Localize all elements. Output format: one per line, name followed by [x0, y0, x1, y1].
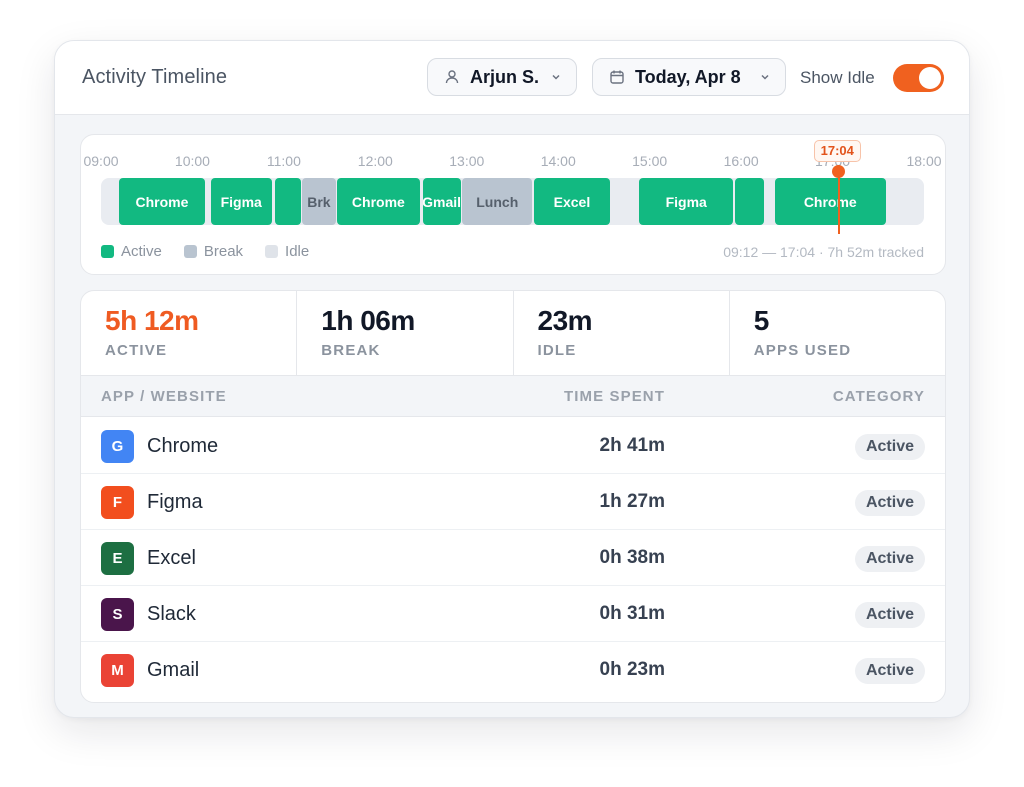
- app-icon: F: [101, 486, 134, 519]
- stat-value: 5: [753, 305, 770, 336]
- stat-value: 1h 06m: [321, 305, 415, 336]
- chevron-down-icon: [761, 74, 769, 80]
- timeline-segment-active[interactable]: Chrome: [774, 178, 886, 225]
- category-badge: Active: [854, 434, 925, 460]
- legend-label: Idle: [285, 243, 310, 260]
- table-row[interactable]: E Excel 0h 38m Active: [81, 530, 945, 586]
- app-icon: E: [101, 542, 134, 575]
- user-selector-label: Arjun S.: [470, 66, 540, 87]
- date-selector-label: Today, Apr 8: [635, 66, 741, 87]
- app-time-spent: 2h 41m: [599, 435, 665, 456]
- now-marker-label: 17:04: [813, 140, 861, 162]
- category-badge: Active: [854, 658, 925, 684]
- now-marker-line: [837, 173, 840, 234]
- table-row[interactable]: G Chrome 2h 41m Active: [81, 418, 945, 474]
- hour-label: 11:00: [266, 153, 301, 169]
- date-selector[interactable]: Today, Apr 8: [592, 58, 786, 96]
- stat-value: 23m: [537, 305, 593, 336]
- app-icon: G: [101, 430, 134, 463]
- chevron-down-icon: [552, 74, 560, 80]
- timeline-segment-active[interactable]: Figma: [638, 178, 734, 225]
- hour-label: 10:00: [174, 153, 210, 169]
- timeline-segment-active[interactable]: Chrome: [119, 178, 205, 225]
- app-name: Slack: [147, 603, 196, 625]
- table-row[interactable]: M Gmail 0h 23m Active: [81, 642, 945, 698]
- table-row[interactable]: F Figma 1h 27m Active: [81, 474, 945, 530]
- legend-item: Active: [101, 243, 162, 260]
- app-time-spent: 0h 38m: [599, 547, 665, 568]
- stat-label: IDLE: [537, 342, 577, 359]
- app-icon: S: [101, 598, 134, 631]
- stat-card: 1h 06m BREAK: [297, 291, 514, 375]
- activity-summary-panel: 5h 12m ACTIVE 1h 06m BREAK 23m IDLE 5 APPS USED…: [80, 290, 946, 703]
- hour-label: 14:00: [540, 153, 576, 169]
- timeline-segment-active[interactable]: Excel: [533, 178, 611, 225]
- timeline-segment-active[interactable]: [274, 178, 301, 225]
- page-title: Activity Timeline: [82, 66, 228, 88]
- legend-label: Active: [121, 243, 162, 260]
- legend-label: Break: [203, 243, 244, 260]
- timeline-segment-break[interactable]: Lunch: [462, 178, 533, 225]
- timeline-segment-active[interactable]: Figma: [210, 178, 272, 225]
- card-header: Activity Timeline Arjun S. Today, Apr 8 …: [55, 41, 969, 115]
- category-badge: Active: [854, 602, 925, 628]
- timeline-track[interactable]: Chrome Figma Brk Chrome Gmail Lunch Excel Figma…: [101, 178, 924, 225]
- legend-item: Idle: [265, 243, 309, 260]
- hour-label: 15:00: [632, 153, 668, 169]
- stat-label: BREAK: [321, 342, 381, 359]
- stat-label: ACTIVE: [105, 342, 168, 359]
- legend-swatch: [265, 245, 279, 258]
- column-header-time[interactable]: TIME SPENT: [564, 388, 665, 405]
- calendar-icon: [610, 70, 624, 84]
- app-name: Gmail: [147, 659, 200, 681]
- stats-row: 5h 12m ACTIVE 1h 06m BREAK 23m IDLE 5 APPS USED: [81, 291, 945, 376]
- hour-label: 18:00: [906, 153, 942, 169]
- column-header-category[interactable]: CATEGORY: [833, 388, 925, 405]
- hour-label: 16:00: [723, 153, 759, 169]
- stat-card: 5h 12m ACTIVE: [81, 291, 298, 375]
- timeline-segment-active[interactable]: [735, 178, 764, 225]
- stat-label: APPS USED: [753, 342, 852, 359]
- hour-label: 09:00: [83, 153, 119, 169]
- show-idle-label: Show Idle: [800, 68, 875, 87]
- app-time-spent: 1h 27m: [599, 491, 665, 512]
- app-name: Figma: [147, 491, 203, 513]
- user-icon: [445, 70, 459, 84]
- stat-value: 5h 12m: [105, 305, 199, 336]
- app-time-spent: 0h 23m: [599, 659, 665, 680]
- app-name: Excel: [147, 547, 196, 569]
- legend-item: Break: [183, 243, 244, 260]
- tracked-summary: 09:12 — 17:04 · 7h 52m tracked: [723, 244, 924, 260]
- hour-label: 12:00: [357, 153, 393, 169]
- show-idle-toggle[interactable]: [893, 64, 944, 92]
- timeline-legend: Active Break Idle: [101, 243, 309, 260]
- table-header: APP / WEBSITE TIME SPENT CATEGORY: [81, 376, 945, 417]
- stat-card: 5 APPS USED: [730, 291, 945, 375]
- activity-timeline-card: Activity Timeline Arjun S. Today, Apr 8 …: [54, 40, 970, 718]
- legend-swatch: [101, 245, 114, 258]
- category-badge: Active: [854, 546, 925, 572]
- toggle-knob: [919, 67, 941, 89]
- app-name: Chrome: [147, 435, 219, 457]
- legend-swatch: [183, 245, 197, 258]
- stat-card: 23m IDLE: [514, 291, 730, 375]
- user-selector[interactable]: Arjun S.: [427, 58, 577, 96]
- now-marker-dot: [832, 165, 846, 178]
- timeline-segment-break[interactable]: Brk: [302, 178, 336, 225]
- timeline-segment-active[interactable]: Gmail: [422, 178, 461, 225]
- column-header-app[interactable]: APP / WEBSITE: [101, 388, 227, 405]
- table-row[interactable]: S Slack 0h 31m Active: [81, 586, 945, 642]
- app-time-spent: 0h 31m: [599, 603, 665, 624]
- hour-label: 13:00: [449, 153, 485, 169]
- timeline-segment-active[interactable]: Chrome: [337, 178, 420, 225]
- category-badge: Active: [854, 490, 925, 516]
- app-icon: M: [101, 654, 134, 687]
- timeline-panel: 09:00 10:00 11:00 12:00 13:00 14:00 15:00 16:00…: [80, 134, 946, 275]
